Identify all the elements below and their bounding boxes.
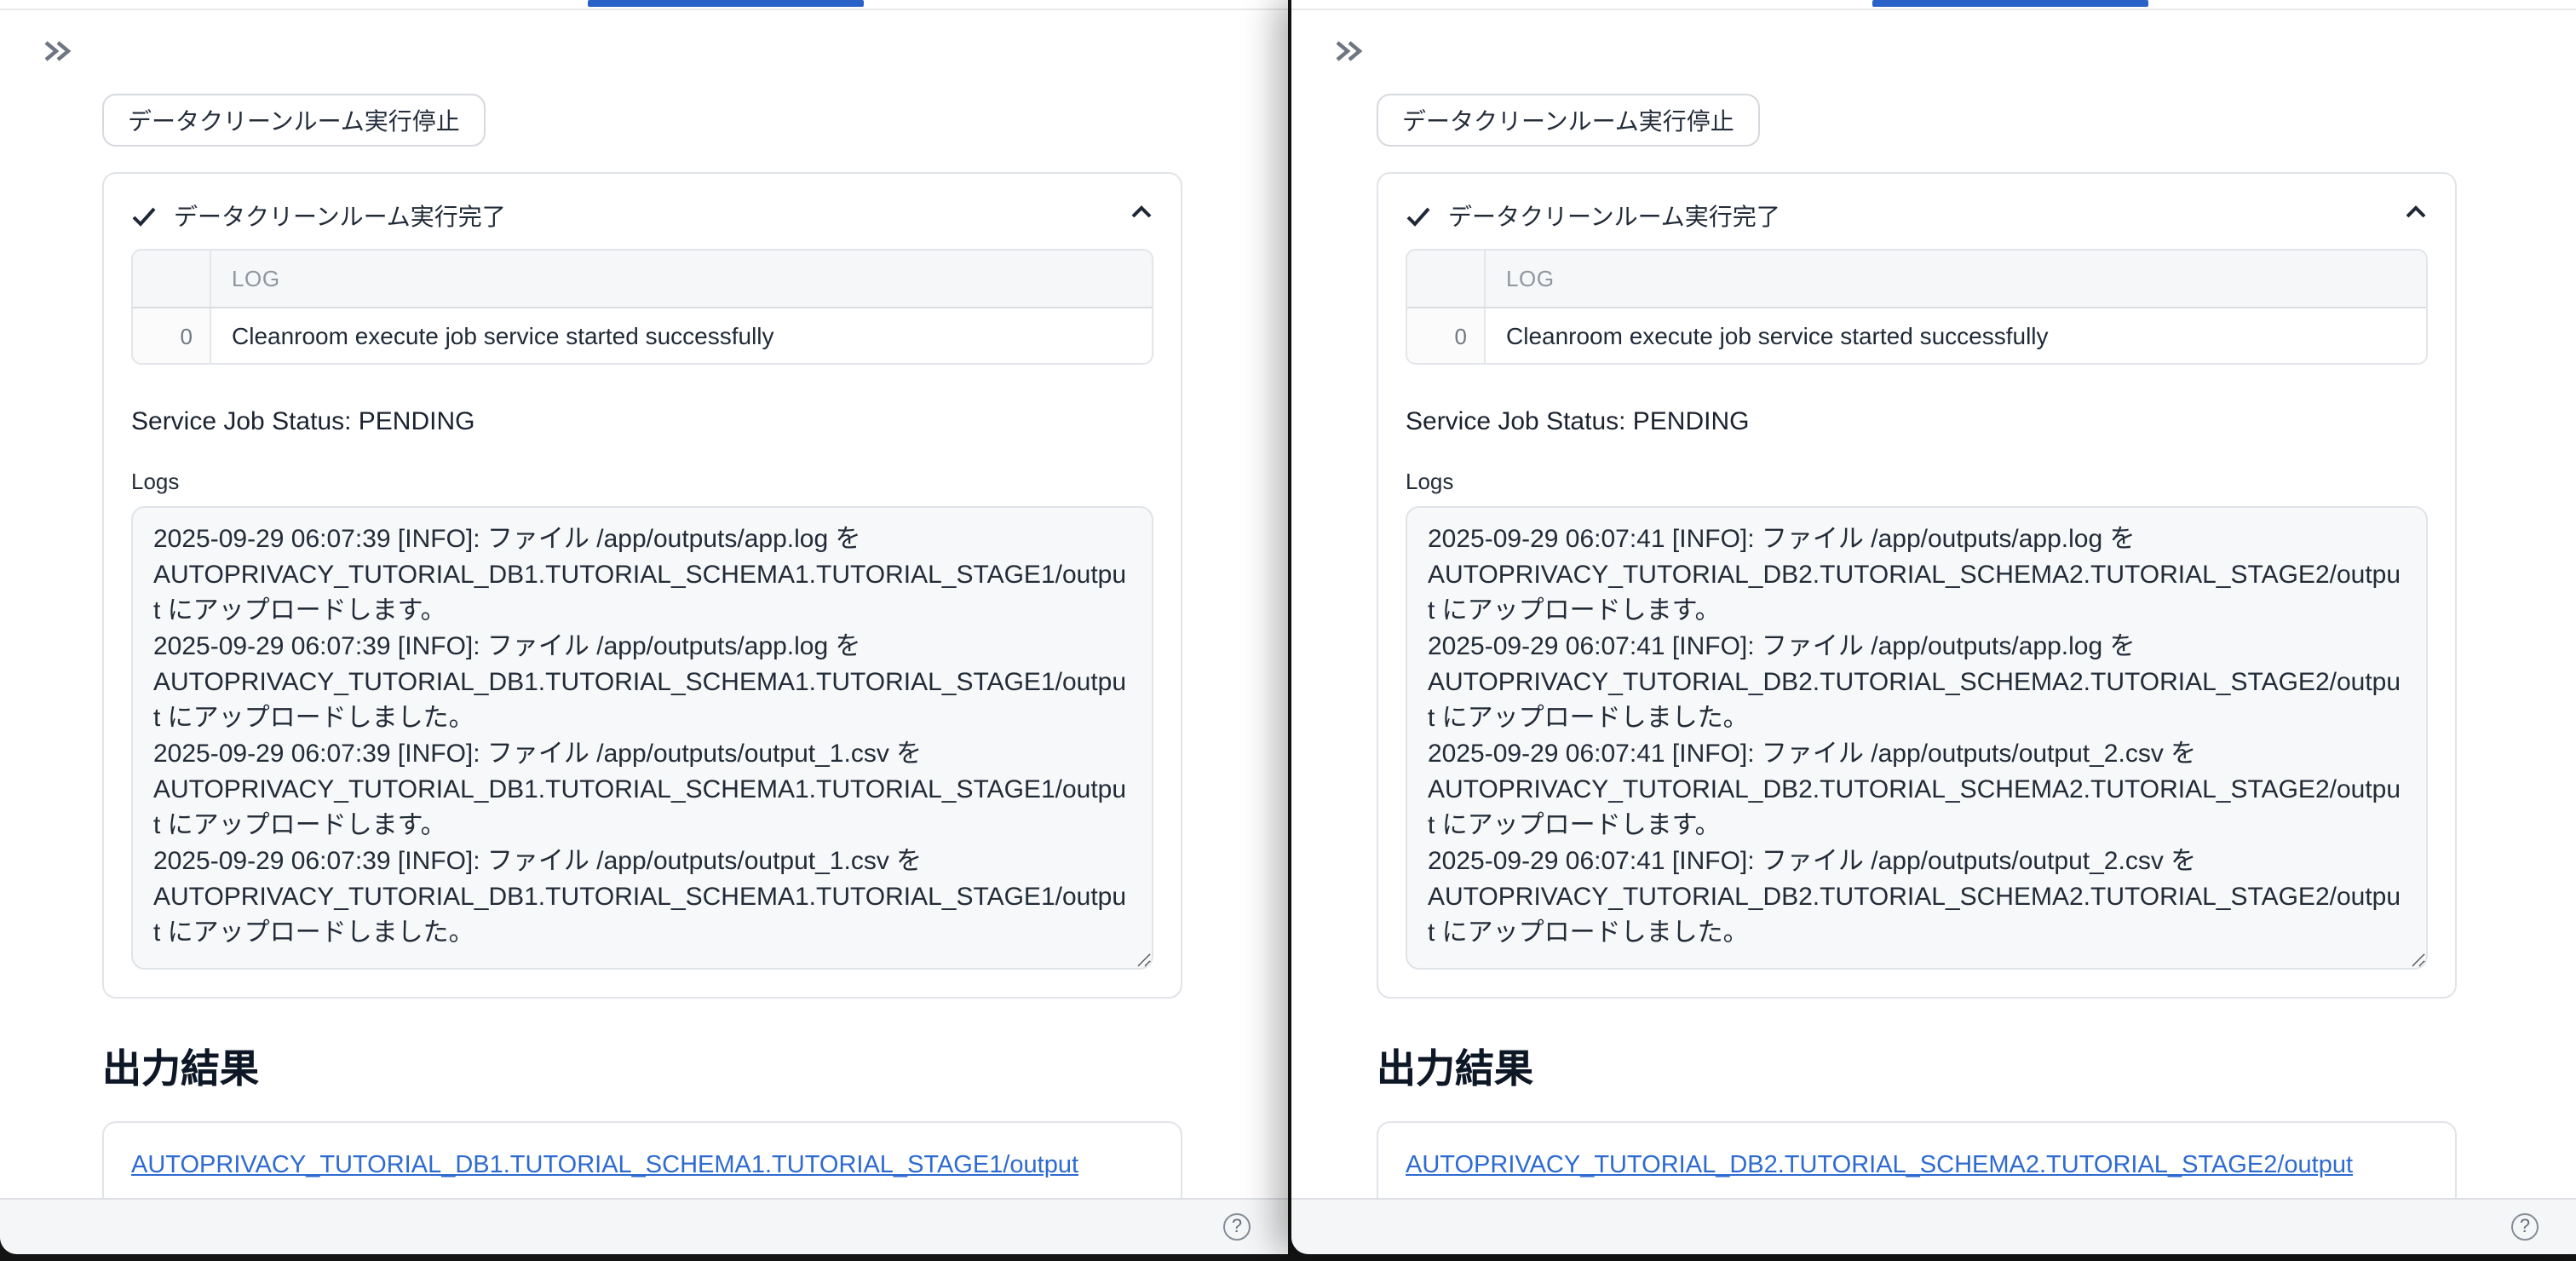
status-card-title: データクリーンルーム実行完了 xyxy=(1448,199,1780,233)
stop-cleanroom-button[interactable]: データクリーンルーム実行停止 xyxy=(1377,94,1760,147)
log-table-index-header xyxy=(133,250,211,307)
log-table-header-row: LOG xyxy=(1407,250,2426,308)
output-stage-link[interactable]: AUTOPRIVACY_TUTORIAL_DB1.TUTORIAL_SCHEMA… xyxy=(131,1152,1078,1179)
check-icon xyxy=(1406,206,1431,227)
chevron-up-icon[interactable] xyxy=(1130,204,1153,220)
table-row: 0 Cleanroom execute job service started … xyxy=(1407,308,2426,363)
log-table-log-header: LOG xyxy=(1486,250,2426,307)
expand-sidebar-button[interactable] xyxy=(1327,32,1368,70)
job-status-text: Service Job Status: PENDING xyxy=(1406,406,2428,440)
log-table: LOG 0 Cleanroom execute job service star… xyxy=(131,249,1153,365)
table-row: 0 Cleanroom execute job service started … xyxy=(133,308,1152,363)
footer-bar: ? xyxy=(1291,1198,2576,1254)
notebook-window-left: データクリーンルーム実行停止 データクリーンルーム実行完了 LOG xyxy=(0,0,1288,1254)
cell-output-area: データクリーンルーム実行停止 データクリーンルーム実行完了 LOG xyxy=(1377,0,2457,1210)
double-chevron-right-icon xyxy=(1333,39,1362,63)
execution-status-card: データクリーンルーム実行完了 LOG 0 Cleanroom execute j… xyxy=(1377,172,2457,999)
status-card-header[interactable]: データクリーンルーム実行完了 xyxy=(1406,198,2428,235)
status-card-header[interactable]: データクリーンルーム実行完了 xyxy=(131,198,1153,235)
status-card-title: データクリーンルーム実行完了 xyxy=(174,199,506,233)
log-table-row-log: Cleanroom execute job service started su… xyxy=(211,308,1152,363)
execution-status-card: データクリーンルーム実行完了 LOG 0 Cleanroom execute j… xyxy=(102,172,1182,999)
log-table-row-log: Cleanroom execute job service started su… xyxy=(1486,308,2426,363)
log-table-index-header xyxy=(1407,250,1486,307)
chevron-up-icon[interactable] xyxy=(2404,204,2428,220)
log-table-row-index: 0 xyxy=(1407,308,1486,363)
job-status-text: Service Job Status: PENDING xyxy=(131,406,1153,440)
output-stage-link[interactable]: AUTOPRIVACY_TUTORIAL_DB2.TUTORIAL_SCHEMA… xyxy=(1406,1152,2353,1179)
logs-textarea[interactable]: 2025-09-29 06:07:41 [INFO]: ファイル /app/ou… xyxy=(1406,506,2428,970)
logs-textarea[interactable]: 2025-09-29 06:07:39 [INFO]: ファイル /app/ou… xyxy=(131,506,1153,970)
log-table-header-row: LOG xyxy=(133,250,1152,308)
log-table-log-header: LOG xyxy=(211,250,1152,307)
notebook-window-right: データクリーンルーム実行停止 データクリーンルーム実行完了 LOG xyxy=(1291,0,2576,1254)
footer-bar: ? xyxy=(0,1198,1288,1254)
output-link-card: AUTOPRIVACY_TUTORIAL_DB1.TUTORIAL_SCHEMA… xyxy=(102,1121,1182,1210)
question-mark-icon[interactable]: ? xyxy=(2511,1213,2539,1241)
expand-sidebar-button[interactable] xyxy=(36,32,77,70)
cell-output-area: データクリーンルーム実行停止 データクリーンルーム実行完了 LOG xyxy=(102,0,1182,1210)
output-results-heading: 出力結果 xyxy=(102,1043,1182,1094)
stop-cleanroom-button[interactable]: データクリーンルーム実行停止 xyxy=(102,94,486,147)
logs-label: Logs xyxy=(1406,467,2428,498)
log-table-row-index: 0 xyxy=(133,308,211,363)
check-icon xyxy=(131,206,157,227)
question-mark-icon[interactable]: ? xyxy=(1223,1213,1251,1241)
logs-label: Logs xyxy=(131,467,1153,498)
screen: データクリーンルーム実行停止 データクリーンルーム実行完了 LOG xyxy=(0,0,2576,1261)
double-chevron-right-icon xyxy=(42,39,71,63)
log-table: LOG 0 Cleanroom execute job service star… xyxy=(1406,249,2428,365)
output-link-card: AUTOPRIVACY_TUTORIAL_DB2.TUTORIAL_SCHEMA… xyxy=(1377,1121,2457,1210)
output-results-heading: 出力結果 xyxy=(1377,1043,2457,1094)
